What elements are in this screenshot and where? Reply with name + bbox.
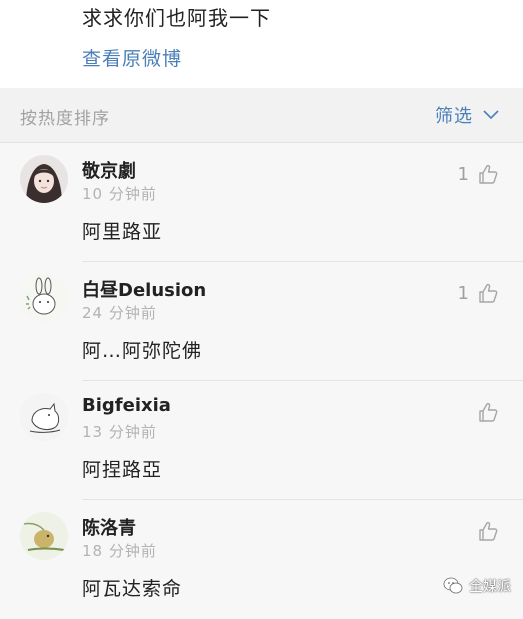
comment-text: 阿…阿弥陀佛 bbox=[82, 340, 203, 362]
bird-illustration-avatar-icon bbox=[20, 512, 68, 560]
comment-username[interactable]: Bigfeixia bbox=[82, 395, 171, 416]
post-text: 求求你们也阿我一下 bbox=[82, 6, 271, 30]
avatar[interactable] bbox=[20, 393, 68, 441]
comment-text: 阿捏路亞 bbox=[82, 459, 163, 481]
comment-time: 10 分钟前 bbox=[82, 185, 157, 203]
comment-username[interactable]: 白昼Delusion bbox=[82, 276, 206, 302]
thumbs-up-icon bbox=[479, 164, 498, 184]
comment-time: 18 分钟前 bbox=[82, 542, 157, 560]
comment-item: 敬京劇 10 分钟前 阿里路亚 1 bbox=[0, 143, 523, 262]
avatar[interactable] bbox=[20, 512, 68, 560]
photo-girl-avatar-icon bbox=[20, 155, 68, 203]
like-button[interactable] bbox=[469, 520, 499, 542]
avatar[interactable] bbox=[20, 274, 68, 322]
watermark: 全媒派 bbox=[443, 576, 511, 596]
comment-time: 24 分钟前 bbox=[82, 304, 157, 322]
comment-item: 陈洛青 18 分钟前 阿瓦达索命 bbox=[0, 500, 523, 619]
comment-username[interactable]: 敬京劇 bbox=[82, 157, 136, 183]
rabbit-doodle-avatar-icon bbox=[20, 274, 68, 322]
like-button[interactable]: 1 bbox=[458, 163, 499, 185]
like-count: 1 bbox=[457, 163, 469, 185]
view-original-link[interactable]: 查看原微博 bbox=[82, 44, 182, 71]
wechat-icon bbox=[443, 577, 463, 594]
filter-button[interactable]: 筛选 bbox=[435, 102, 499, 128]
cat-doodle-avatar-icon bbox=[20, 393, 68, 441]
thumbs-up-icon bbox=[479, 402, 498, 422]
chevron-down-icon bbox=[483, 110, 499, 120]
thumbs-up-icon bbox=[479, 521, 498, 541]
comment-item: Bigfeixia 13 分钟前 阿捏路亞 bbox=[0, 381, 523, 500]
post-section: 求求你们也阿我一下 查看原微博 bbox=[0, 0, 523, 88]
thumbs-up-icon bbox=[479, 283, 498, 303]
comment-item: 白昼Delusion 24 分钟前 阿…阿弥陀佛 1 bbox=[0, 262, 523, 381]
comment-time: 13 分钟前 bbox=[82, 423, 157, 441]
comment-text: 阿瓦达索命 bbox=[82, 578, 183, 600]
like-count: 1 bbox=[457, 282, 469, 304]
sort-bar: 按热度排序 筛选 bbox=[0, 88, 523, 143]
like-button[interactable]: 1 bbox=[458, 282, 499, 304]
avatar[interactable] bbox=[20, 155, 68, 203]
watermark-text: 全媒派 bbox=[469, 579, 511, 595]
like-button[interactable] bbox=[469, 401, 499, 423]
filter-label: 筛选 bbox=[435, 106, 473, 127]
sort-by-hot-button[interactable]: 按热度排序 bbox=[20, 104, 110, 129]
comment-text: 阿里路亚 bbox=[82, 221, 163, 243]
comment-username[interactable]: 陈洛青 bbox=[82, 514, 136, 540]
